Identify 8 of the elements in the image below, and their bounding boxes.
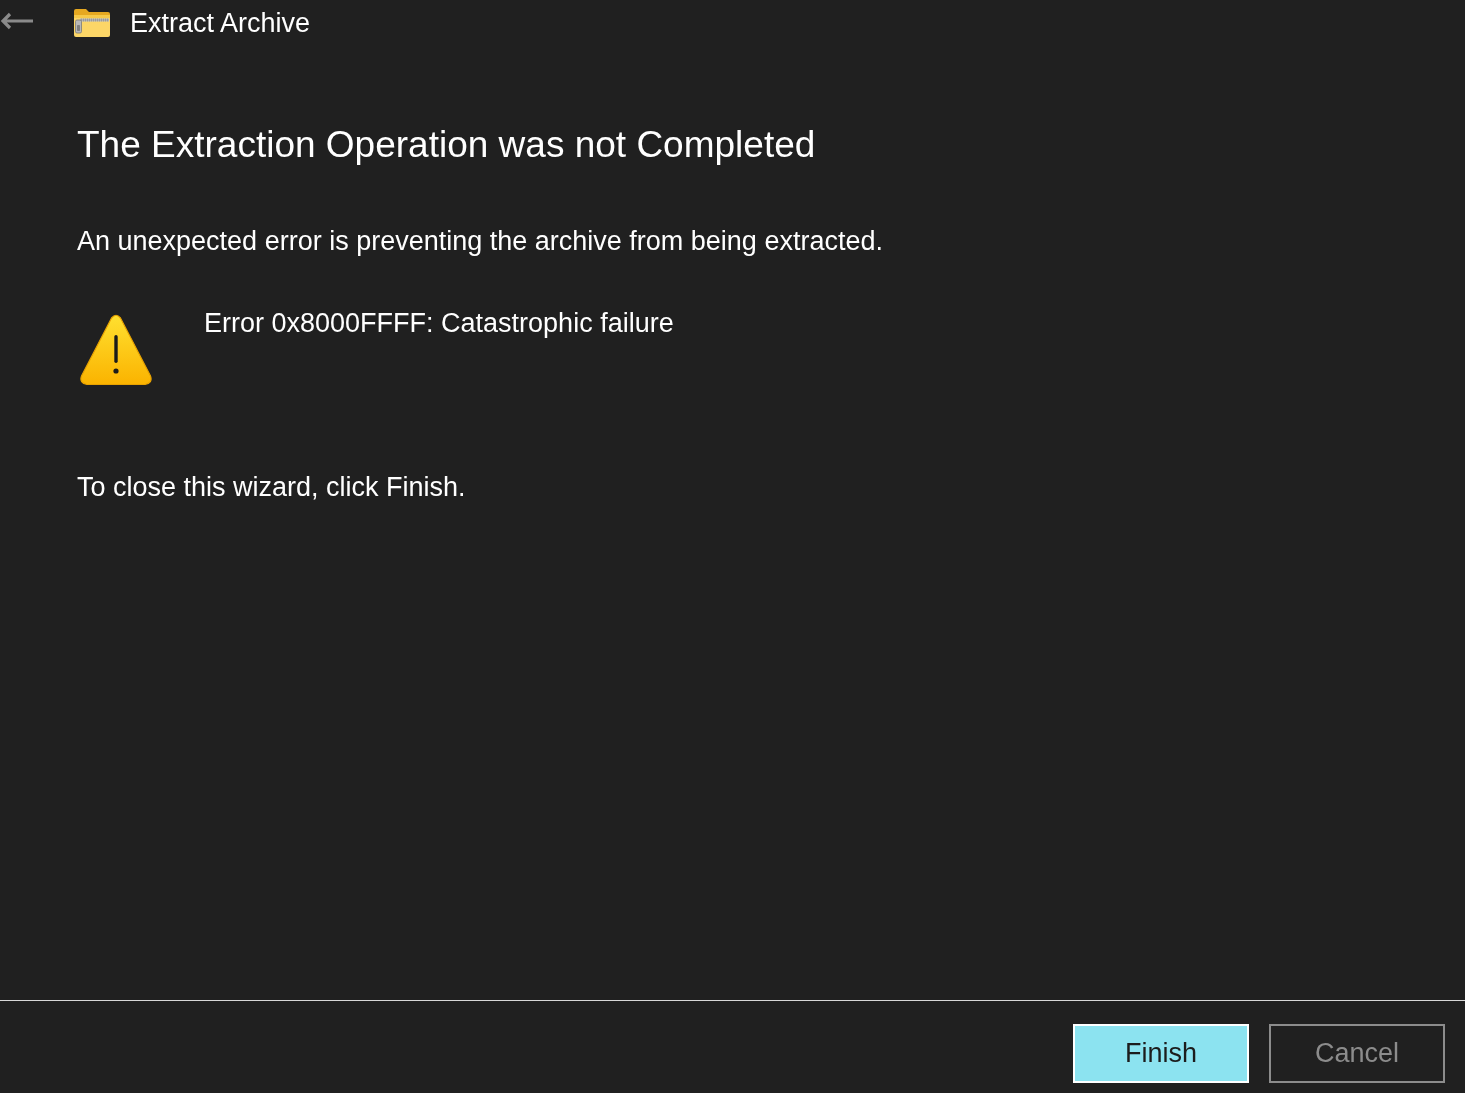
page-heading: The Extraction Operation was not Completed [77, 123, 817, 167]
warning-icon [80, 314, 152, 386]
finish-button[interactable]: Finish [1073, 1024, 1249, 1083]
instruction-text: To close this wizard, click Finish. [77, 471, 467, 504]
error-code-text: Error 0x8000FFFF: Catastrophic failure [204, 307, 674, 340]
error-message: An unexpected error is preventing the archive from being extracted. [77, 225, 884, 258]
window-title: Extract Archive [130, 7, 311, 39]
zipped-folder-icon [73, 8, 111, 38]
